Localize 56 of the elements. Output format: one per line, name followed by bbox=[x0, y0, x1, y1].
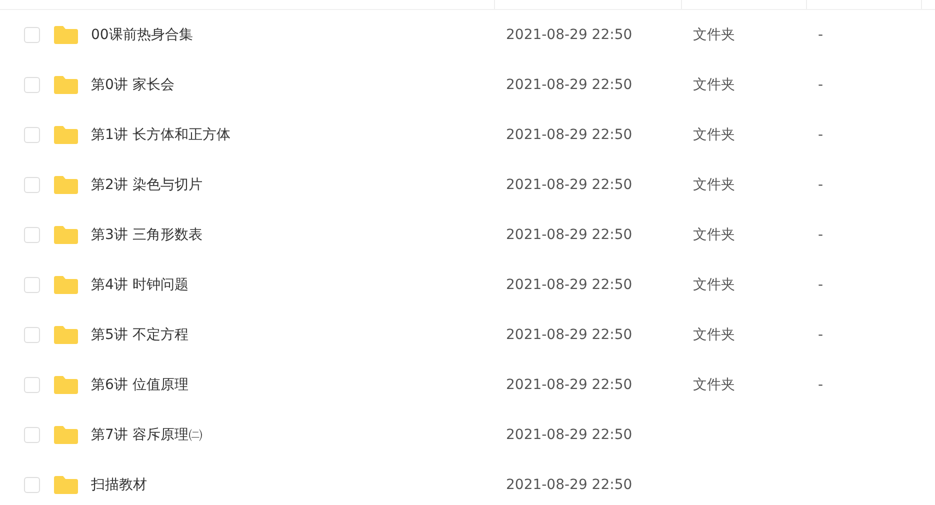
file-name[interactable]: 第0讲 家长会 bbox=[91, 76, 174, 92]
folder-icon bbox=[53, 25, 79, 45]
file-type: 文件夹 bbox=[693, 176, 735, 192]
checkbox[interactable] bbox=[24, 477, 40, 493]
modified-date: 2021-08-29 22:50 bbox=[506, 326, 632, 342]
file-name[interactable]: 扫描教材 bbox=[91, 476, 147, 492]
file-size: - bbox=[818, 176, 824, 192]
modified-date: 2021-08-29 22:50 bbox=[506, 76, 632, 92]
file-name[interactable]: 第6讲 位值原理 bbox=[91, 376, 188, 392]
file-size: - bbox=[818, 226, 824, 242]
checkbox[interactable] bbox=[24, 27, 40, 43]
file-type: 文件夹 bbox=[693, 126, 735, 142]
folder-icon bbox=[53, 425, 79, 445]
file-name[interactable]: 第5讲 不定方程 bbox=[91, 326, 188, 342]
folder-icon bbox=[53, 225, 79, 245]
file-name[interactable]: 第4讲 时钟问题 bbox=[91, 276, 188, 292]
file-type: 文件夹 bbox=[693, 326, 735, 342]
modified-date: 2021-08-29 22:50 bbox=[506, 26, 632, 42]
folder-icon bbox=[53, 275, 79, 295]
file-type: 文件夹 bbox=[693, 276, 735, 292]
checkbox[interactable] bbox=[24, 127, 40, 143]
modified-date: 2021-08-29 22:50 bbox=[506, 426, 632, 442]
file-size: - bbox=[818, 126, 824, 142]
folder-icon bbox=[53, 175, 79, 195]
file-size: - bbox=[818, 326, 824, 342]
file-size: - bbox=[818, 26, 824, 42]
file-type: 文件夹 bbox=[693, 226, 735, 242]
folder-icon bbox=[53, 125, 79, 145]
file-name[interactable]: 00课前热身合集 bbox=[91, 26, 193, 42]
checkbox[interactable] bbox=[24, 327, 40, 343]
checkbox[interactable] bbox=[24, 227, 40, 243]
file-size: - bbox=[818, 276, 824, 292]
file-name[interactable]: 第3讲 三角形数表 bbox=[91, 226, 202, 242]
file-name[interactable]: 第2讲 染色与切片 bbox=[91, 176, 202, 192]
checkbox[interactable] bbox=[24, 177, 40, 193]
modified-date: 2021-08-29 22:50 bbox=[506, 376, 632, 392]
checkbox[interactable] bbox=[24, 77, 40, 93]
checkbox[interactable] bbox=[24, 377, 40, 393]
modified-date: 2021-08-29 22:50 bbox=[506, 126, 632, 142]
folder-icon bbox=[53, 375, 79, 395]
file-name[interactable]: 第7讲 容斥原理㈡ bbox=[91, 426, 202, 442]
folder-icon bbox=[53, 75, 79, 95]
file-type: 文件夹 bbox=[693, 76, 735, 92]
file-type: 文件夹 bbox=[693, 376, 735, 392]
modified-date: 2021-08-29 22:50 bbox=[506, 476, 632, 492]
modified-date: 2021-08-29 22:50 bbox=[506, 176, 632, 192]
checkbox[interactable] bbox=[24, 277, 40, 293]
file-size: - bbox=[818, 76, 824, 92]
folder-icon bbox=[53, 325, 79, 345]
modified-date: 2021-08-29 22:50 bbox=[506, 226, 632, 242]
file-name[interactable]: 第1讲 长方体和正方体 bbox=[91, 126, 230, 142]
file-size: - bbox=[818, 376, 824, 392]
folder-icon bbox=[53, 475, 79, 495]
modified-date: 2021-08-29 22:50 bbox=[506, 276, 632, 292]
file-type: 文件夹 bbox=[693, 26, 735, 42]
checkbox[interactable] bbox=[24, 427, 40, 443]
